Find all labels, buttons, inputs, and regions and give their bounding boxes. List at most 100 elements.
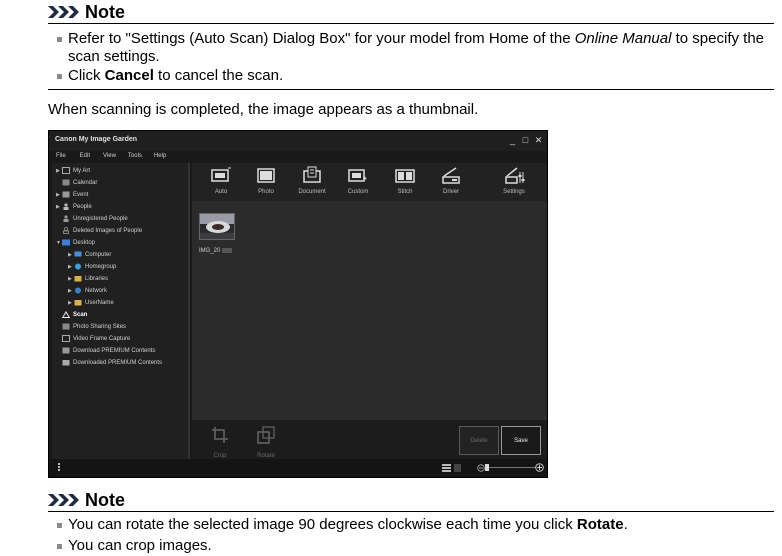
- sidebar-item-homegroup[interactable]: ▶ Homegroup: [68, 261, 116, 272]
- sidebar-item-label: Homegroup: [85, 263, 117, 270]
- sidebar-item-desktop[interactable]: ▼ Desktop: [56, 237, 95, 248]
- window-controls: _ □ ✕: [508, 135, 543, 145]
- sidebar-item-scan[interactable]: Scan: [62, 309, 87, 320]
- delete-button[interactable]: Delete: [459, 426, 499, 455]
- note1-item2-pre: Click: [68, 67, 105, 84]
- sidebar-item-network[interactable]: ▶ Network: [68, 285, 107, 296]
- zoom-slider-track[interactable]: [487, 467, 535, 468]
- driver-button[interactable]: Driver: [433, 166, 469, 195]
- list-view-icon[interactable]: [442, 464, 451, 472]
- note2-item1-bold: Rotate: [576, 516, 624, 533]
- custom-scan-icon: [348, 169, 367, 182]
- sidebar-item-label: Calendar: [73, 179, 98, 186]
- sidebar-item-video-frame[interactable]: Video Frame Capture: [62, 333, 130, 344]
- document-scan-icon: [303, 166, 321, 183]
- note-block-1: Note Refer to "Settings (Auto Scan) Dial…: [48, 1, 774, 90]
- sidebar-item-my-art[interactable]: ▶ My Art: [56, 165, 90, 176]
- note1-item1-pre: Refer to "Settings (Auto Scan) Dialog Bo…: [68, 30, 575, 47]
- stitch-button[interactable]: Stitch: [387, 166, 423, 195]
- window-title: Canon My Image Garden: [55, 136, 138, 143]
- bullet-icon: [57, 544, 62, 549]
- note1-item2-post: to cancel the scan.: [153, 67, 284, 84]
- sidebar-item-people[interactable]: ▶ People: [56, 201, 92, 212]
- driver-icon: [442, 167, 460, 184]
- save-button[interactable]: Save: [501, 426, 541, 455]
- desktop-icon: [62, 239, 70, 246]
- sidebar-item-unregistered-people[interactable]: Unregistered People: [62, 213, 128, 224]
- zoom-in-icon[interactable]: [535, 463, 544, 472]
- sidebar-item-photo-sharing[interactable]: Photo Sharing Sites: [62, 321, 126, 332]
- note-divider-1: [48, 23, 774, 24]
- sidebar-item-calendar[interactable]: Calendar: [62, 177, 97, 188]
- sidebar-item-label: Scan: [73, 311, 88, 318]
- sidebar-item-downloaded-premium[interactable]: Downloaded PREMIUM Contents: [62, 357, 162, 368]
- note-divider-2: [48, 511, 774, 512]
- thumbnail-filename: IMG_20: [199, 248, 221, 255]
- custom-scan-button[interactable]: Custom: [340, 166, 376, 195]
- homegroup-icon: [75, 263, 81, 270]
- document-scan-button[interactable]: Document: [294, 166, 330, 195]
- computer-icon: [74, 251, 82, 257]
- note2-item1-pre: You can rotate the selected image 90 deg…: [68, 516, 577, 533]
- note-heading-2: Note: [48, 489, 774, 511]
- sidebar-item-label: Desktop: [73, 239, 96, 246]
- menu-help[interactable]: Help: [142, 151, 166, 163]
- sidebar-item-download-premium[interactable]: Download PREMIUM Contents: [62, 345, 155, 356]
- minimize-button[interactable]: _: [508, 135, 517, 145]
- menu-file[interactable]: File: [49, 151, 66, 163]
- photo-thumbnail-image: [200, 214, 234, 239]
- custom-label: Custom: [347, 189, 369, 195]
- crop-icon: [212, 427, 228, 443]
- video-frame-icon: [62, 335, 70, 342]
- zoom-slider-thumb[interactable]: [485, 464, 489, 471]
- note2-item2-text: You can crop images.: [68, 537, 212, 554]
- scanned-image-thumbnail[interactable]: [199, 213, 235, 240]
- scan-icon: [62, 311, 70, 318]
- settings-button[interactable]: Settings: [496, 166, 532, 195]
- sidebar-item-label: Computer: [85, 251, 112, 258]
- settings-icon: [505, 167, 525, 184]
- online-manual-link[interactable]: Online Manual: [575, 30, 672, 47]
- title-bar: Canon My Image Garden _ □ ✕: [49, 131, 547, 151]
- sidebar-item-libraries[interactable]: ▶ Libraries: [68, 273, 108, 284]
- crop-button[interactable]: Crop: [205, 426, 235, 459]
- event-icon: [62, 191, 70, 198]
- photo-scan-button[interactable]: Photo: [248, 166, 284, 195]
- palette-icon: [62, 167, 70, 174]
- rotate-button[interactable]: Rotate: [251, 426, 281, 459]
- note-item-4: You can crop images.: [48, 537, 774, 555]
- maximize-button[interactable]: □: [521, 135, 530, 145]
- close-button[interactable]: ✕: [534, 135, 543, 145]
- action-bar: Crop Rotate Delete Save: [192, 419, 547, 459]
- app-window: Canon My Image Garden _ □ ✕ File Edit Vi…: [48, 130, 548, 478]
- sidebar-item-label: UserName: [85, 299, 114, 306]
- folder-icon: [62, 360, 70, 366]
- triple-chevron-icon: [48, 5, 82, 19]
- triple-chevron-icon: [48, 493, 82, 507]
- menu-bar: File Edit View Tools Help: [49, 151, 547, 163]
- settings-label: Settings: [503, 189, 525, 195]
- menu-view[interactable]: View: [90, 151, 116, 163]
- sidebar-item-deleted-images[interactable]: Deleted Images of People: [62, 225, 142, 236]
- menu-edit[interactable]: Edit: [66, 151, 90, 163]
- sidebar: ▶ My Art Calendar ▶ Event ▶ People Unreg…: [52, 163, 190, 459]
- download-icon: [62, 347, 70, 354]
- person-icon: [63, 215, 69, 222]
- sidebar-item-event[interactable]: ▶ Event: [56, 189, 88, 200]
- status-menu-icon[interactable]: [58, 463, 60, 471]
- thumbnail-size-box[interactable]: [454, 464, 461, 472]
- auto-label: Auto: [214, 189, 228, 195]
- zoom-out-icon[interactable]: [477, 464, 485, 472]
- sidebar-item-username[interactable]: ▶ UserName: [68, 297, 114, 308]
- stitch-icon: [395, 169, 415, 183]
- auto-scan-button[interactable]: Auto: [203, 166, 239, 195]
- sidebar-item-computer[interactable]: ▶ Computer: [68, 249, 111, 260]
- menu-tools[interactable]: Tools: [116, 151, 142, 163]
- stitch-label: Stitch: [397, 189, 413, 195]
- thumbnail-caption: IMG_20: [199, 248, 233, 255]
- user-folder-icon: [74, 300, 82, 306]
- note-title-1: Note: [85, 1, 125, 22]
- sidebar-item-label: My Art: [73, 167, 91, 174]
- bullet-icon: [57, 74, 62, 79]
- note-block-2: Note You can rotate the selected image 9…: [48, 489, 774, 555]
